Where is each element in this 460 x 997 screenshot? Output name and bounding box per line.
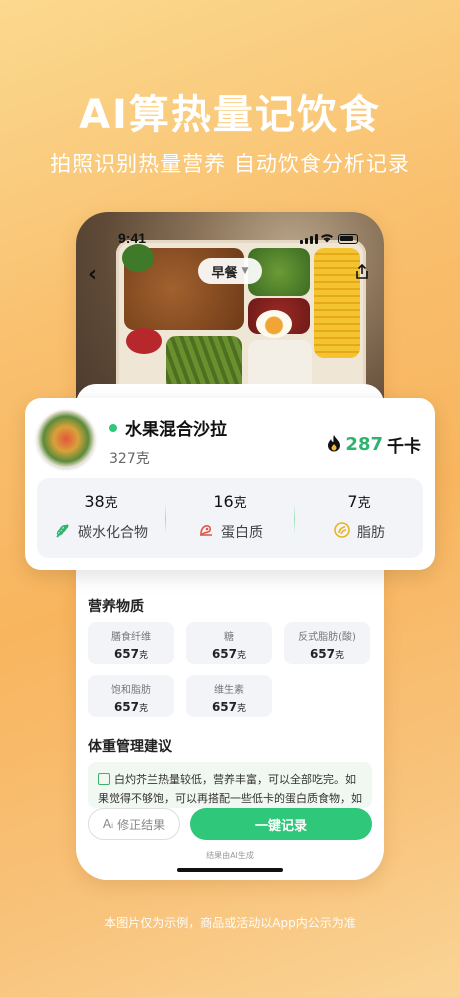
macro-protein: 16克 蛋白质 (166, 492, 294, 543)
promo-headline: AI算热量记饮食 (79, 92, 381, 138)
back-chevron-icon[interactable]: ‹ (88, 262, 97, 287)
nutrient-cell: 膳食纤维 657克 (88, 622, 174, 664)
status-dot (109, 424, 117, 432)
nutrient-cell: 反式脂肪(酸) 657克 (284, 622, 370, 664)
food-name: 水果混合沙拉 (125, 420, 227, 440)
status-bar: 9:41 (76, 230, 384, 250)
promo-subline: 拍照识别热量营养 自动饮食分析记录 (50, 152, 410, 176)
food-thumbnail (37, 410, 95, 468)
fix-result-label: 修正结果 (117, 817, 166, 832)
ai-note-icon (98, 773, 110, 785)
meal-type-label: 早餐 (211, 265, 238, 281)
food-result-card: 水果混合沙拉 327克 287 千卡 38克 碳水化合物 16克 蛋白质 7克 … (25, 398, 435, 570)
macro-panel: 38克 碳水化合物 16克 蛋白质 7克 脂肪 (37, 478, 423, 558)
battery-icon (338, 234, 358, 244)
wifi-icon (320, 232, 334, 246)
calorie-display: 287 千卡 (327, 432, 421, 457)
nutrition-section-title: 营养物质 (88, 599, 144, 615)
macro-fat: 7克 脂肪 (295, 492, 423, 543)
nutrient-cell: 维生素 657克 (186, 675, 272, 717)
flame-icon (327, 434, 341, 456)
one-tap-record-button[interactable]: 一键记录 (190, 808, 372, 840)
advice-box: 白灼芥兰热量较低，营养丰富，可以全部吃完。如果觉得不够饱，可以再搭配一些低卡的蛋… (88, 762, 372, 808)
macro-carbs: 38克 碳水化合物 (37, 492, 165, 543)
disclaimer-text: 本图片仅为示例，商品或活动以App内公示为准 (104, 916, 356, 930)
meal-type-selector[interactable]: 早餐 ▼ (198, 258, 262, 284)
status-time: 9:41 (118, 230, 147, 246)
ai-generated-note: 结果由AI生成 (206, 851, 254, 860)
ai-sparkle-icon: Aᵢ (102, 817, 114, 831)
oil-icon (333, 521, 351, 543)
advice-section-title: 体重管理建议 (88, 739, 172, 755)
food-weight: 327克 (109, 451, 150, 467)
meat-icon (197, 521, 215, 543)
fix-result-button[interactable]: Aᵢ 修正结果 (88, 808, 180, 840)
home-indicator (177, 868, 283, 872)
signal-icon (300, 234, 318, 244)
share-icon[interactable] (354, 263, 370, 280)
calorie-unit: 千卡 (387, 437, 421, 457)
nutrient-cell: 饱和脂肪 657克 (88, 675, 174, 717)
calorie-value: 287 (345, 434, 383, 455)
chevron-down-icon: ▼ (241, 266, 249, 276)
wheat-icon (54, 521, 72, 543)
advice-text: 白灼芥兰热量较低，营养丰富，可以全部吃完。如果觉得不够饱，可以再搭配一些低卡的蛋… (98, 773, 362, 805)
nutrient-cell: 糖 657克 (186, 622, 272, 664)
